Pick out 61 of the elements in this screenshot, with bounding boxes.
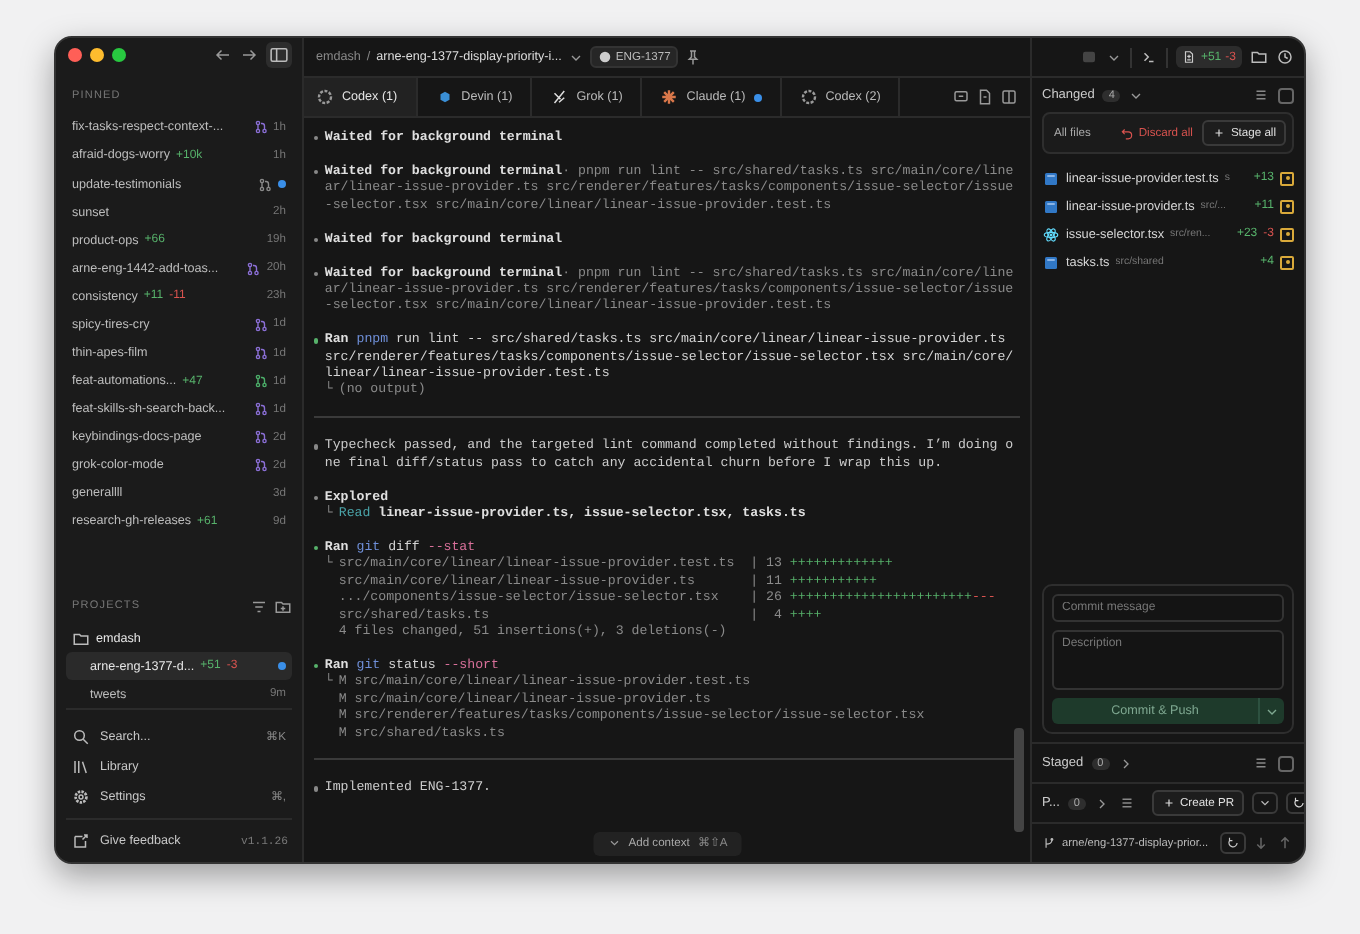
bullet-icon: [314, 444, 319, 450]
starburst-icon: [660, 88, 679, 106]
chevron-down-icon: [606, 836, 621, 851]
close-icon[interactable]: [68, 48, 82, 63]
plus-icon: [1212, 126, 1227, 140]
list-icon[interactable]: [1117, 794, 1136, 812]
branch-icon: [1042, 836, 1056, 850]
bullet-icon: [314, 136, 319, 141]
chevron-down-icon: [1258, 796, 1273, 810]
slash-icon: [550, 88, 569, 106]
modified-icon[interactable]: [1280, 227, 1294, 241]
new-folder-icon[interactable]: [274, 597, 292, 616]
sync-button[interactable]: [1220, 832, 1247, 854]
minimize-icon[interactable]: [90, 48, 104, 63]
clock-icon[interactable]: [1276, 48, 1294, 66]
hexagon-icon: [435, 88, 454, 106]
folder-icon[interactable]: [1250, 48, 1268, 66]
checkbox[interactable]: [1278, 87, 1294, 103]
file-diff-icon: [1182, 50, 1197, 64]
settings-icon: [72, 788, 90, 807]
comment-icon[interactable]: [952, 88, 970, 106]
bullet-icon: [314, 338, 319, 344]
bullet-icon: [314, 169, 319, 175]
feedback-icon: [72, 832, 90, 851]
typescript-file-icon: [1042, 197, 1060, 215]
list-icon[interactable]: [1252, 86, 1270, 104]
search-icon: [72, 728, 90, 747]
back-icon[interactable]: [214, 46, 232, 65]
plus-icon: [1161, 796, 1176, 810]
library-icon: [72, 758, 90, 777]
typescript-file-icon: [1042, 169, 1060, 187]
refresh-icon: [1292, 796, 1304, 810]
pull-icon[interactable]: [1252, 834, 1271, 852]
pr-options-button[interactable]: [1252, 792, 1279, 814]
bullet-icon: [314, 786, 319, 792]
terminal-icon[interactable]: [1140, 48, 1159, 66]
pin-icon[interactable]: [684, 48, 703, 66]
document-icon[interactable]: [976, 88, 994, 106]
modified-icon[interactable]: [1280, 171, 1294, 185]
commit-options-button[interactable]: [1258, 698, 1284, 724]
split-view-icon[interactable]: [1000, 88, 1018, 106]
forward-icon[interactable]: [240, 46, 258, 65]
sync-icon: [1226, 836, 1241, 850]
modified-icon[interactable]: [1280, 199, 1294, 213]
filter-icon[interactable]: [250, 597, 268, 616]
bullet-icon: [314, 663, 319, 669]
undo-icon: [1120, 126, 1135, 140]
checkbox[interactable]: [1278, 755, 1294, 771]
bullet-icon: [314, 546, 319, 551]
typescript-file-icon: [1042, 253, 1060, 271]
bullet-icon: [314, 237, 319, 243]
push-icon[interactable]: [1276, 834, 1295, 852]
sidebar-toggle-icon[interactable]: [266, 42, 292, 69]
scrollbar-thumb[interactable]: [1014, 728, 1024, 832]
modified-icon[interactable]: [1280, 255, 1294, 269]
zoom-icon[interactable]: [112, 48, 126, 63]
bullet-icon: [314, 271, 319, 276]
atom-icon: [1042, 225, 1060, 243]
list-icon[interactable]: [1252, 754, 1270, 772]
bullet-icon: [314, 495, 319, 501]
folder-icon: [72, 629, 90, 648]
